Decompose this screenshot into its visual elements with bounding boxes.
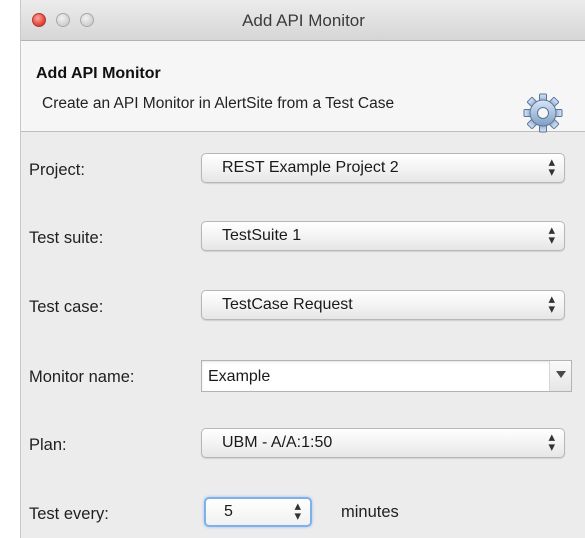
- chevron-up-down-icon: ▴ ▾: [548, 222, 555, 247]
- test-case-select-value: TestCase Request: [222, 296, 353, 313]
- test-every-label: Test every:: [29, 505, 109, 523]
- project-row: Project: REST Example Project 2 ▴ ▾: [21, 153, 585, 193]
- chevron-down-icon: [556, 371, 566, 378]
- chevron-up-down-icon: ▴ ▾: [548, 291, 555, 316]
- plan-select-value: UBM - A/A:1:50: [222, 434, 333, 451]
- gear-icon: [523, 93, 563, 133]
- test-case-row: Test case: TestCase Request ▴ ▾: [21, 290, 585, 330]
- test-every-unit: minutes: [341, 503, 399, 521]
- monitor-name-combobox[interactable]: Example: [201, 360, 572, 392]
- plan-select[interactable]: UBM - A/A:1:50 ▴ ▾: [201, 428, 565, 458]
- monitor-name-dropdown-button[interactable]: [549, 361, 571, 391]
- test-every-row: Test every: 5 ▴ ▾ minutes: [21, 497, 585, 537]
- test-case-label: Test case:: [29, 298, 104, 316]
- dialog-header: Add API Monitor Create an API Monitor in…: [21, 41, 585, 133]
- chevron-up-down-icon: ▴ ▾: [548, 154, 555, 179]
- test-suite-select-value: TestSuite 1: [222, 227, 302, 244]
- plan-row: Plan: UBM - A/A:1:50 ▴ ▾: [21, 428, 585, 468]
- test-suite-label: Test suite:: [29, 229, 104, 247]
- plan-label: Plan:: [29, 436, 67, 454]
- project-select[interactable]: REST Example Project 2 ▴ ▾: [201, 153, 565, 183]
- project-label: Project:: [29, 161, 85, 179]
- test-every-stepper[interactable]: 5 ▴ ▾: [204, 497, 312, 527]
- chevron-up-down-icon: ▴ ▾: [294, 498, 301, 523]
- add-api-monitor-window: Add API Monitor Add API Monitor Create a…: [20, 0, 585, 538]
- monitor-name-label: Monitor name:: [29, 368, 135, 386]
- title-bar: Add API Monitor: [21, 0, 585, 41]
- monitor-name-row: Monitor name: Example: [21, 360, 585, 400]
- project-select-value: REST Example Project 2: [222, 159, 399, 176]
- monitor-name-input[interactable]: Example: [208, 368, 270, 386]
- test-every-value: 5: [224, 503, 233, 520]
- chevron-up-down-icon: ▴ ▾: [548, 429, 555, 454]
- window-title: Add API Monitor: [242, 11, 365, 30]
- dialog-description: Create an API Monitor in AlertSite from …: [42, 95, 395, 112]
- test-suite-row: Test suite: TestSuite 1 ▴ ▾: [21, 221, 585, 261]
- dialog-heading: Add API Monitor: [36, 65, 161, 82]
- test-suite-select[interactable]: TestSuite 1 ▴ ▾: [201, 221, 565, 251]
- test-case-select[interactable]: TestCase Request ▴ ▾: [201, 290, 565, 320]
